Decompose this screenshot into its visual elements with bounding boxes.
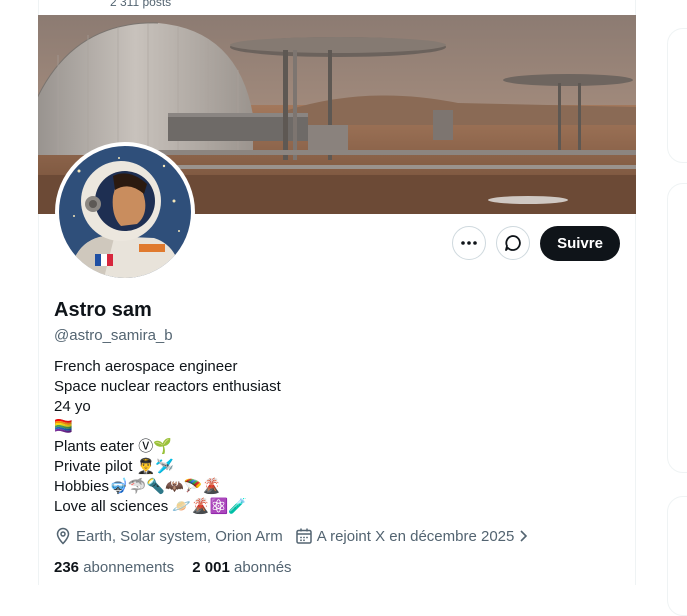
avatar[interactable] <box>55 142 195 282</box>
more-button[interactable] <box>452 226 486 260</box>
bio-line: Space nuclear reactors enthusiast <box>54 378 281 395</box>
message-icon <box>505 235 521 251</box>
following-count: 236 <box>54 559 80 576</box>
bio-line: 24 yo <box>54 398 91 415</box>
following-link[interactable]: 236 abonnements <box>54 559 174 576</box>
following-label: abonnements <box>83 559 175 576</box>
sidebar-card <box>667 28 687 163</box>
sidebar-card <box>667 183 687 473</box>
chevron-right-icon <box>520 530 528 542</box>
profile-handle: @astro_samira_b <box>54 327 173 344</box>
bio-line: Plants eater Ⓥ🌱 <box>54 438 172 455</box>
joined-text: A rejoint X en décembre 2025 <box>316 527 515 545</box>
followers-link[interactable]: 2 001 abonnés <box>192 559 291 576</box>
bio-line: Hobbies🤿🦈🔦🦇🪂🌋 <box>54 478 222 495</box>
profile-name: Astro sam <box>54 299 152 321</box>
bio-line: Love all sciences 🪐🌋⚛️🧪 <box>54 498 248 515</box>
calendar-icon <box>295 528 312 544</box>
profile-bio: French aerospace engineer Space nuclear … <box>54 357 281 517</box>
location-text: Earth, Solar system, Orion Arm <box>76 527 283 545</box>
more-icon <box>461 241 477 245</box>
bio-line: 🏳️‍🌈 <box>54 418 73 435</box>
message-button[interactable] <box>496 226 530 260</box>
followers-count: 2 001 <box>192 559 230 576</box>
bio-line: French aerospace engineer <box>54 358 238 375</box>
sidebar-card <box>667 496 687 616</box>
post-count: 2 311 posts <box>110 0 172 9</box>
location: Earth, Solar system, Orion Arm <box>54 527 283 545</box>
location-icon <box>56 527 70 545</box>
profile-stats: 236 abonnements 2 001 abonnés <box>54 559 292 576</box>
avatar-image <box>59 146 191 278</box>
followers-label: abonnés <box>234 559 292 576</box>
follow-button[interactable]: Suivre <box>540 226 620 261</box>
joined-date[interactable]: A rejoint X en décembre 2025 <box>295 527 535 545</box>
profile-meta: Earth, Solar system, Orion Arm A rejoint… <box>54 527 546 545</box>
bio-line: Private pilot 👨‍✈️🛩️ <box>54 458 174 475</box>
